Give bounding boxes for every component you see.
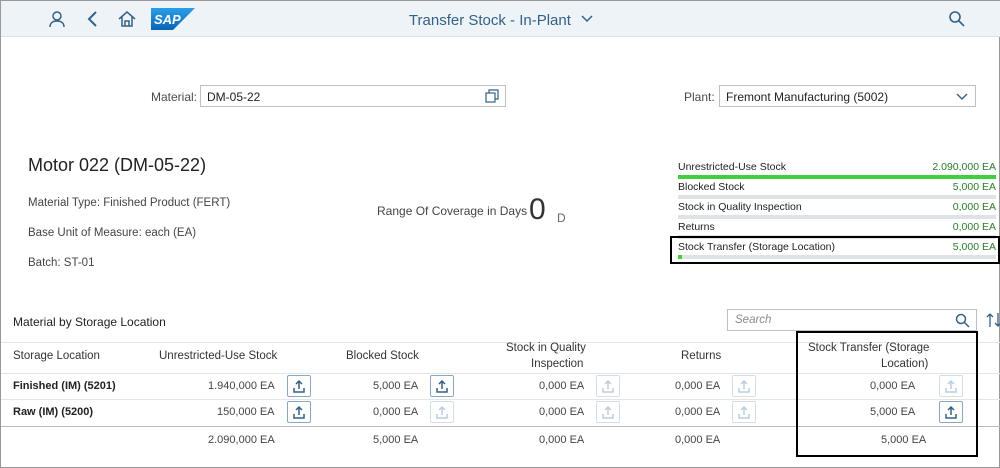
plant-label: Plant: (684, 90, 715, 104)
stock-row: Stock in Quality Inspection 0,000 EA (678, 201, 996, 221)
base-unit: Base Unit of Measure: each (EA) (28, 227, 197, 239)
app-frame: SAP Transfer Stock - In-Plant Material: … (0, 0, 1000, 468)
transfer-button[interactable] (732, 401, 756, 423)
chevron-down-icon[interactable] (955, 89, 969, 103)
coverage-value: 0 (529, 193, 546, 226)
transfer-button[interactable] (430, 401, 454, 423)
stock-value: 0,000 EA (952, 221, 996, 233)
table-row-location[interactable]: Raw (IM) (5200) (13, 406, 93, 418)
table-cell-blocked: 5,000 EA (373, 380, 419, 392)
table-cell-returns: 0,000 EA (675, 380, 721, 392)
col-quality[interactable]: Stock in Quality (506, 342, 586, 354)
stock-row: Unrestricted-Use Stock 2.090,000 EA (678, 161, 996, 181)
stock-row: Blocked Stock 5,000 EA (678, 181, 996, 201)
transfer-button[interactable] (596, 401, 620, 423)
table-cell-quality: 0,000 EA (539, 406, 585, 418)
stock-label: Blocked Stock (678, 181, 745, 193)
total-returns: 0,000 EA (675, 434, 721, 446)
table-title: Material by Storage Location (13, 315, 166, 329)
col-blocked[interactable]: Blocked Stock (346, 350, 419, 362)
shell-bar: SAP Transfer Stock - In-Plant (1, 1, 1000, 37)
transfer-button[interactable] (287, 401, 311, 423)
material-title: Motor 022 (DM-05-22) (28, 155, 207, 175)
stock-bar-track (678, 175, 996, 179)
col-unrestricted[interactable]: Unrestricted-Use Stock (159, 350, 277, 362)
transfer-button[interactable] (430, 375, 454, 397)
table-row-location[interactable]: Finished (IM) (5201) (13, 380, 116, 392)
total-blocked: 5,000 EA (373, 434, 419, 446)
stock-label: Unrestricted-Use Stock (678, 161, 786, 173)
material-input[interactable]: DM-05-22 (200, 85, 506, 107)
col-quality-2: Inspection (531, 358, 584, 370)
stock-value: 2.090,000 EA (932, 161, 996, 173)
coverage-label: Range Of Coverage in Days (377, 204, 528, 218)
table-cell-unrestricted: 150,000 EA (217, 406, 275, 418)
stock-bar-track (678, 215, 996, 219)
search-placeholder: Search (735, 314, 772, 326)
stock-bar-fill (678, 175, 996, 179)
table-cell-quality: 0,000 EA (539, 380, 585, 392)
stock-value: 0,000 EA (952, 201, 996, 213)
sort-icon[interactable] (986, 311, 1000, 329)
table-cell-blocked: 0,000 EA (373, 406, 419, 418)
material-type: Material Type: Finished Product (FERT) (28, 197, 231, 209)
app-title-text: Transfer Stock - In-Plant (408, 12, 571, 29)
coverage-unit: D (557, 211, 566, 225)
table-cell-returns: 0,000 EA (675, 406, 721, 418)
col-storage-location[interactable]: Storage Location (13, 350, 100, 362)
stock-label: Stock in Quality Inspection (678, 201, 802, 213)
col-returns[interactable]: Returns (681, 350, 721, 362)
total-quality: 0,000 EA (539, 434, 585, 446)
total-unrestricted: 2.090,000 EA (208, 434, 275, 446)
transfer-button[interactable] (732, 375, 756, 397)
material-value: DM-05-22 (207, 90, 261, 104)
transfer-button[interactable] (596, 375, 620, 397)
stock-value: 5,000 EA (952, 181, 996, 193)
plant-value: Fremont Manufacturing (5002) (726, 90, 889, 104)
value-help-icon[interactable] (485, 89, 499, 103)
plant-select[interactable]: Fremont Manufacturing (5002) (719, 85, 976, 107)
transfer-button[interactable] (287, 375, 311, 397)
table-cell-unrestricted: 1.940,000 EA (208, 380, 275, 392)
stock-label: Returns (678, 221, 715, 233)
search-icon[interactable] (955, 313, 970, 328)
stock-transfer-highlight (670, 236, 1000, 264)
app-title[interactable]: Transfer Stock - In-Plant (1, 10, 1000, 29)
stock-bar-track (678, 195, 996, 199)
stock-transfer-column-highlight (796, 331, 978, 457)
material-label: Material: (151, 90, 198, 104)
search-input[interactable]: Search (727, 309, 977, 331)
chevron-down-icon (581, 10, 593, 27)
search-icon[interactable] (947, 9, 967, 29)
batch: Batch: ST-01 (28, 257, 95, 269)
